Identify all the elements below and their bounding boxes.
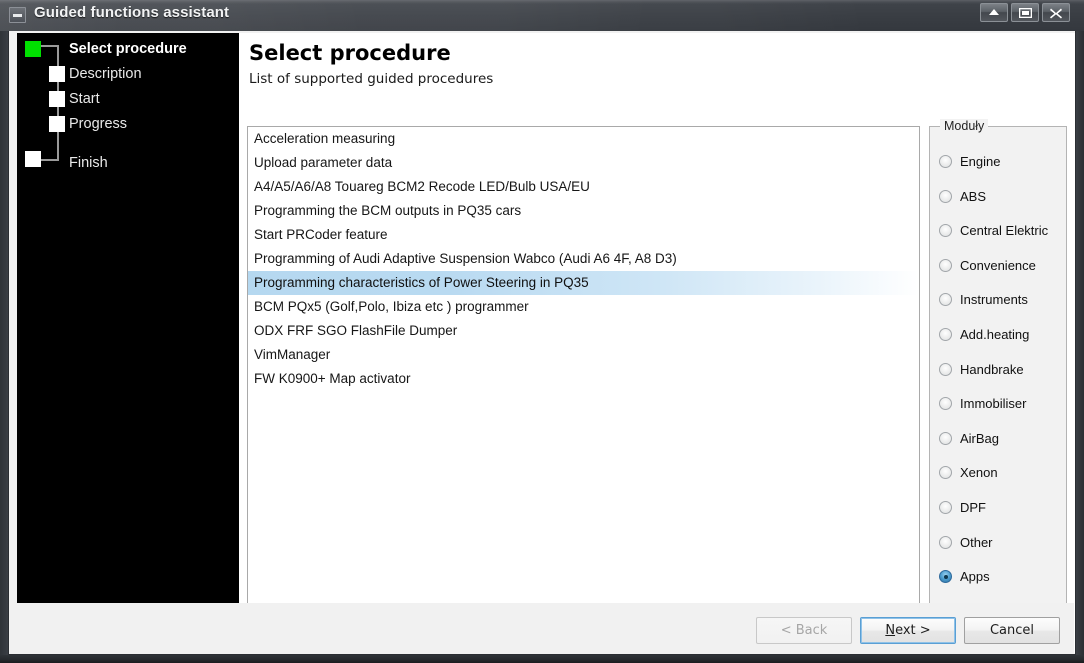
list-item[interactable]: Upload parameter data: [248, 151, 919, 175]
next-button-mnemonic: N: [885, 623, 896, 638]
client-area: Select procedure Description Start Progr…: [8, 31, 1076, 655]
dialog-footer: < Back Next > Cancel: [10, 603, 1074, 653]
radio-button-icon: [939, 397, 952, 411]
next-button-label: ext >: [895, 623, 931, 638]
radio-button-icon: [939, 189, 952, 203]
radio-label: Other: [960, 534, 993, 550]
radio-button-icon: [939, 224, 952, 238]
radio-label: Central Elektric: [960, 223, 1049, 239]
radio-label: DPF: [960, 500, 986, 515]
list-item[interactable]: BCM PQx5 (Golf,Polo, Ibiza etc ) program…: [248, 295, 919, 319]
radio-button-icon: [939, 501, 952, 514]
radio-label: Instruments: [960, 292, 1028, 308]
radio-button-icon: [939, 155, 952, 168]
radio-label: Handbrake: [960, 361, 1024, 377]
maximize-button[interactable]: [1011, 3, 1039, 22]
close-x-icon: [1050, 8, 1062, 19]
title-bar: Guided functions assistant: [0, 0, 1084, 32]
window-bottom-edge: [0, 655, 1084, 663]
sidebar-item-label: Start: [69, 91, 100, 107]
list-item[interactable]: Programming the BCM outputs in PQ35 cars: [248, 199, 919, 223]
window-right-edge: [1076, 31, 1084, 655]
radio-button-icon: [939, 466, 952, 480]
step-marker: [49, 91, 65, 107]
radio-button-icon: [939, 362, 952, 376]
radio-label: Convenience: [960, 257, 1036, 273]
step-connector-bottom-horizontal: [41, 159, 59, 161]
window-left-edge: [0, 31, 8, 655]
radio-button-icon: [939, 258, 952, 272]
window-menu-icon[interactable]: [9, 7, 26, 23]
step-marker: [25, 151, 41, 167]
application-window: Guided functions assistant Select proced…: [0, 0, 1084, 663]
modules-group-box: Moduły Engine ABS Central Elektric Convenie…: [929, 119, 1067, 604]
radio-button-icon: [939, 570, 952, 584]
radio-label: Add.heating: [960, 327, 1030, 342]
list-item[interactable]: FW K0900+ Map activator: [248, 367, 919, 391]
sidebar-item-label: Description: [69, 66, 142, 82]
procedure-list[interactable]: Acceleration measuring Upload parameter d…: [247, 126, 920, 604]
step-marker-active: [25, 41, 41, 57]
radio-label: Xenon: [960, 465, 998, 481]
page-subtitle: List of supported guided procedures: [249, 71, 494, 87]
sidebar-item-label: Progress: [69, 116, 128, 132]
modules-legend: Moduły: [940, 119, 989, 133]
radio-label: Apps: [960, 569, 990, 585]
radio-button-icon: [939, 293, 952, 307]
step-marker: [49, 66, 65, 82]
cancel-button[interactable]: Cancel: [964, 617, 1060, 644]
list-item[interactable]: Programming characteristics of Power Ste…: [248, 271, 919, 295]
sidebar-item-label: Select procedure: [69, 41, 187, 57]
minimize-chevron-icon: [989, 9, 999, 15]
list-item[interactable]: A4/A5/A6/A8 Touareg BCM2 Recode LED/Bulb…: [248, 175, 919, 199]
list-item[interactable]: Acceleration measuring: [248, 127, 919, 151]
radio-button-icon: [939, 328, 952, 341]
list-item[interactable]: Programming of Audi Adaptive Suspension …: [248, 247, 919, 271]
main-content: Select procedure List of supported guide…: [239, 33, 1075, 653]
radio-label: Immobiliser: [960, 396, 1027, 412]
close-button[interactable]: [1042, 3, 1070, 22]
sidebar-item-label: Finish: [69, 155, 108, 171]
window-title: Guided functions assistant: [34, 4, 230, 21]
maximize-box-icon: [1018, 8, 1032, 18]
minimize-button[interactable]: [980, 3, 1008, 22]
list-item[interactable]: ODX FRF SGO FlashFile Dumper: [248, 319, 919, 343]
next-button[interactable]: Next >: [860, 617, 956, 644]
page-title: Select procedure: [249, 41, 451, 65]
back-button[interactable]: < Back: [756, 617, 852, 644]
radio-label: AirBag: [960, 430, 1000, 446]
radio-button-icon: [939, 535, 952, 549]
wizard-steps-panel: Select procedure Description Start Progr…: [17, 33, 239, 603]
radio-label: Engine: [960, 154, 1001, 169]
radio-button-icon: [939, 431, 952, 445]
list-item[interactable]: VimManager: [248, 343, 919, 367]
step-marker: [49, 116, 65, 132]
list-item[interactable]: Start PRCoder feature: [248, 223, 919, 247]
radio-label: ABS: [960, 188, 987, 204]
